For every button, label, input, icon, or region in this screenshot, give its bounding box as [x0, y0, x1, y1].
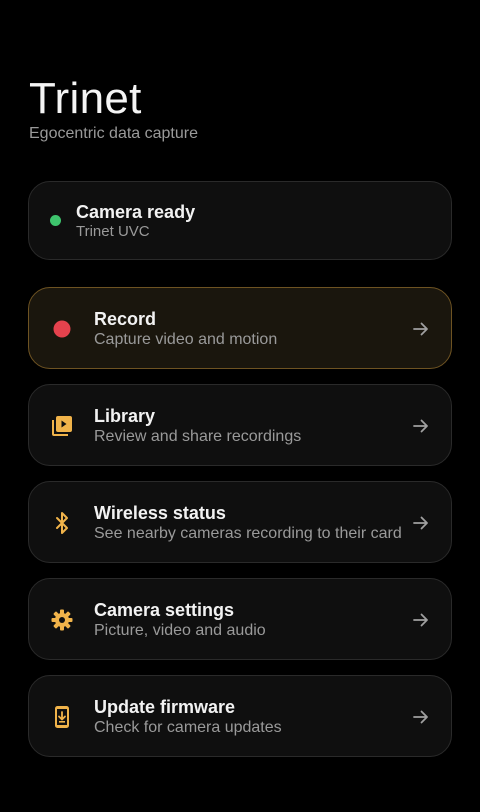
menu-item-subtitle: Check for camera updates — [94, 719, 282, 736]
menu-item-record[interactable]: Record Capture video and motion — [28, 287, 452, 369]
menu-item-subtitle: Review and share recordings — [94, 428, 302, 445]
status-title: Camera ready — [76, 202, 196, 222]
bluetooth-icon — [49, 510, 75, 536]
menu-item-title: Update firmware — [94, 697, 236, 717]
arrow-right-icon — [411, 319, 431, 339]
record-dot-icon — [49, 316, 75, 342]
video-library-icon — [49, 413, 75, 439]
device-download-icon — [49, 704, 75, 730]
menu-item-subtitle: See nearby cameras recording to their ca… — [94, 525, 402, 542]
menu-item-update-firmware[interactable]: Update firmware Check for camera updates — [28, 675, 452, 757]
arrow-right-icon — [411, 513, 431, 533]
arrow-right-icon — [411, 610, 431, 630]
status-indicator-dot — [50, 215, 61, 226]
menu-item-title: Camera settings — [94, 600, 235, 620]
gear-icon — [49, 607, 75, 633]
menu-item-wireless-status[interactable]: Wireless status See nearby cameras recor… — [28, 481, 452, 563]
arrow-right-icon — [411, 707, 431, 727]
menu-item-title: Record — [94, 309, 157, 329]
status-device-name: Trinet UVC — [76, 223, 150, 240]
menu-item-library[interactable]: Library Review and share recordings — [28, 384, 452, 466]
home-screen: Trinet Egocentric data capture Camera re… — [0, 0, 480, 812]
menu-item-subtitle: Capture video and motion — [94, 331, 278, 348]
menu-item-camera-settings[interactable]: Camera settings Picture, video and audio — [28, 578, 452, 660]
app-title: Trinet — [29, 74, 142, 123]
menu-item-title: Wireless status — [94, 503, 226, 523]
menu-item-title: Library — [94, 406, 156, 426]
camera-status-card: Camera ready Trinet UVC — [28, 181, 452, 260]
arrow-right-icon — [411, 416, 431, 436]
app-subtitle: Egocentric data capture — [29, 125, 198, 142]
menu-item-subtitle: Picture, video and audio — [94, 622, 266, 639]
